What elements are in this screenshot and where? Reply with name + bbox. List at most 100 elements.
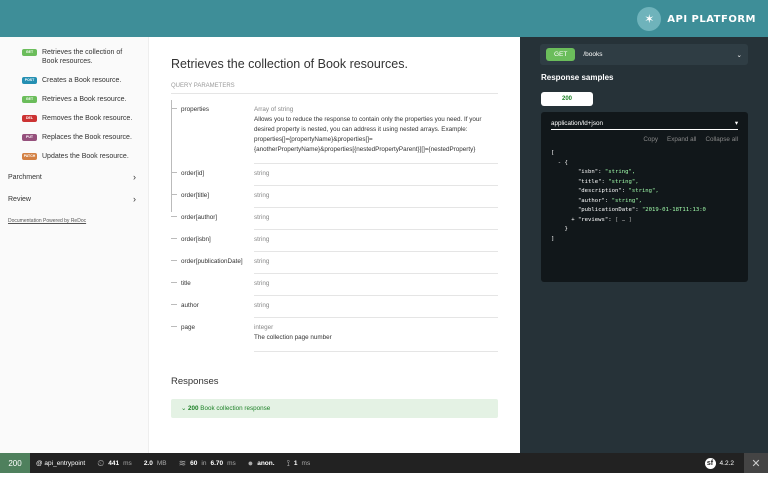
sidebar-item-label: Retrieves the collection of Book resourc…: [42, 49, 123, 65]
sidebar-group-review[interactable]: Review ›: [0, 188, 148, 210]
parameter-name: title: [171, 274, 254, 296]
parameter-name: order[isbn]: [171, 230, 254, 252]
sidebar-item-label: Creates a Book resource.: [42, 77, 122, 84]
sidebar-item-get[interactable]: GET Retrieves a Book resource.: [0, 90, 148, 109]
code-line: "description": "string",: [551, 188, 659, 194]
chevron-down-icon: ⌄: [736, 51, 742, 59]
symfony-version[interactable]: sf 4.2.2: [695, 457, 744, 469]
code-sample: application/ld+json ▾ Copy Expand all Coll…: [541, 112, 748, 282]
response-200-toggle[interactable]: ⌄ 200 Book collection response: [171, 399, 498, 418]
right-panel: GET /books ⌄ Response samples 200 applic…: [520, 37, 768, 453]
parameter-details: string: [254, 230, 498, 252]
debug-toolbar: 200 @ api_entrypoint ⏲ 441 ms 2.0 MB ≋ 6…: [0, 453, 768, 473]
parameter-details: string: [254, 164, 498, 186]
parameter-list: properties Array of string Allows you to r…: [171, 100, 498, 352]
db-unit: ms: [227, 459, 236, 467]
parameter-type: string: [254, 280, 270, 287]
sidebar-group-label: Review: [8, 195, 31, 203]
http-method-badge: GET: [546, 48, 576, 61]
user-icon: ●: [247, 458, 254, 468]
parameter-type: integer: [254, 324, 274, 331]
parameter-details: string: [254, 252, 498, 274]
endpoint-selector[interactable]: GET /books ⌄: [540, 44, 748, 65]
response-samples-heading: Response samples: [541, 73, 614, 82]
parameter-name: order[publicationDate]: [171, 252, 254, 274]
sidebar-group-parchment[interactable]: Parchment ›: [0, 166, 148, 188]
database-icon: ≋: [178, 457, 187, 468]
db-in: in: [201, 459, 207, 467]
memory-unit: MB: [156, 459, 167, 467]
expand-all-button[interactable]: Expand all: [667, 136, 696, 143]
chevron-right-icon: ›: [133, 194, 136, 204]
operation-title: Retrieves the collection of Book resourc…: [171, 57, 408, 71]
top-bar: ✶ API PLATFORM: [0, 0, 768, 37]
code-line: }: [551, 226, 568, 232]
twig-segment[interactable]: ⟟ 1 ms: [281, 453, 317, 473]
code-line: "isbn": "string",: [551, 169, 636, 175]
content-type-select[interactable]: application/ld+json ▾: [551, 120, 738, 130]
timer-icon: ⏲: [97, 457, 105, 468]
version-number: 4.2.2: [719, 459, 734, 467]
sidebar-item-get[interactable]: GET Retrieves the collection of Book reso…: [0, 43, 148, 71]
parameter-type: string: [254, 192, 270, 199]
endpoint-path: /books: [583, 51, 603, 58]
sidebar-item-patch[interactable]: PATCH Updates the Book resource.: [0, 147, 148, 166]
powered-by-link[interactable]: Documentation Powered by ReDoc: [0, 210, 148, 232]
memory-segment[interactable]: 2.0 MB: [138, 453, 173, 473]
code-line: "title": "string",: [551, 178, 639, 185]
parameter-type: string: [254, 302, 270, 309]
query-parameters-heading: QUERY PARAMETERS: [171, 83, 498, 94]
parameter-row: order[title] string: [171, 186, 498, 208]
code-actions: Copy Expand all Collapse all: [551, 136, 738, 143]
parameter-name: order[author]: [171, 208, 254, 230]
parameter-name: properties: [171, 100, 254, 164]
db-queries: 60: [190, 459, 198, 467]
parameter-description: Allows you to reduce the response to con…: [254, 116, 482, 153]
brand[interactable]: ✶ API PLATFORM: [637, 7, 756, 31]
collapse-all-button[interactable]: Collapse all: [705, 136, 738, 143]
code-line: + "reviews": [ … ]: [551, 216, 632, 223]
twig-unit: ms: [301, 459, 311, 467]
json-code: [ - { "isbn": "string", "title": "string…: [551, 149, 738, 244]
tab-200[interactable]: 200: [541, 92, 593, 106]
parameter-row: title string: [171, 274, 498, 296]
caret-down-icon: ▾: [734, 120, 738, 127]
db-time: 6.70: [210, 459, 224, 467]
sidebar: GET Retrieves the collection of Book reso…: [0, 37, 149, 453]
code-line: [: [551, 150, 555, 156]
code-line: "publicationDate": "2019-01-18T11:13:0: [551, 207, 706, 213]
close-toolbar-button[interactable]: ✕: [744, 453, 768, 473]
parameter-type: string: [254, 214, 270, 221]
responses-heading: Responses: [171, 376, 219, 387]
parameter-row: order[publicationDate] string: [171, 252, 498, 274]
parameter-details: string: [254, 186, 498, 208]
sidebar-item-post[interactable]: POST Creates a Book resource.: [0, 71, 148, 90]
route-name: @ api_entrypoint: [36, 459, 86, 467]
user-segment[interactable]: ● anon.: [242, 453, 281, 473]
time-segment[interactable]: ⏲ 441 ms: [91, 453, 138, 473]
response-label: Book collection response: [200, 405, 271, 412]
route-segment[interactable]: @ api_entrypoint: [30, 453, 91, 473]
sidebar-item-label: Replaces the Book resource.: [42, 134, 132, 141]
copy-button[interactable]: Copy: [643, 136, 658, 143]
parameter-row: properties Array of string Allows you to r…: [171, 100, 498, 164]
bottom-strip: [0, 473, 768, 487]
parameter-details: string: [254, 208, 498, 230]
parameter-details: string: [254, 296, 498, 318]
symfony-logo-icon: sf: [704, 457, 716, 469]
time-unit: ms: [123, 459, 132, 467]
parameter-row: author string: [171, 296, 498, 318]
http-method-badge: DEL: [22, 115, 37, 122]
http-method-badge: PUT: [22, 134, 37, 141]
sidebar-item-put[interactable]: PUT Replaces the Book resource.: [0, 128, 148, 147]
code-line: "author": "string",: [551, 197, 642, 204]
time-value: 441: [108, 459, 120, 467]
http-method-badge: GET: [22, 96, 37, 103]
status-code[interactable]: 200: [0, 453, 30, 473]
parameter-name: author: [171, 296, 254, 318]
parameter-type: string: [254, 236, 270, 243]
sidebar-item-del[interactable]: DEL Removes the Book resource.: [0, 109, 148, 128]
database-segment[interactable]: ≋ 60 in 6.70 ms: [173, 453, 242, 473]
parameter-row: page integer The collection page number: [171, 318, 498, 352]
parameter-details: integer The collection page number: [254, 318, 498, 352]
